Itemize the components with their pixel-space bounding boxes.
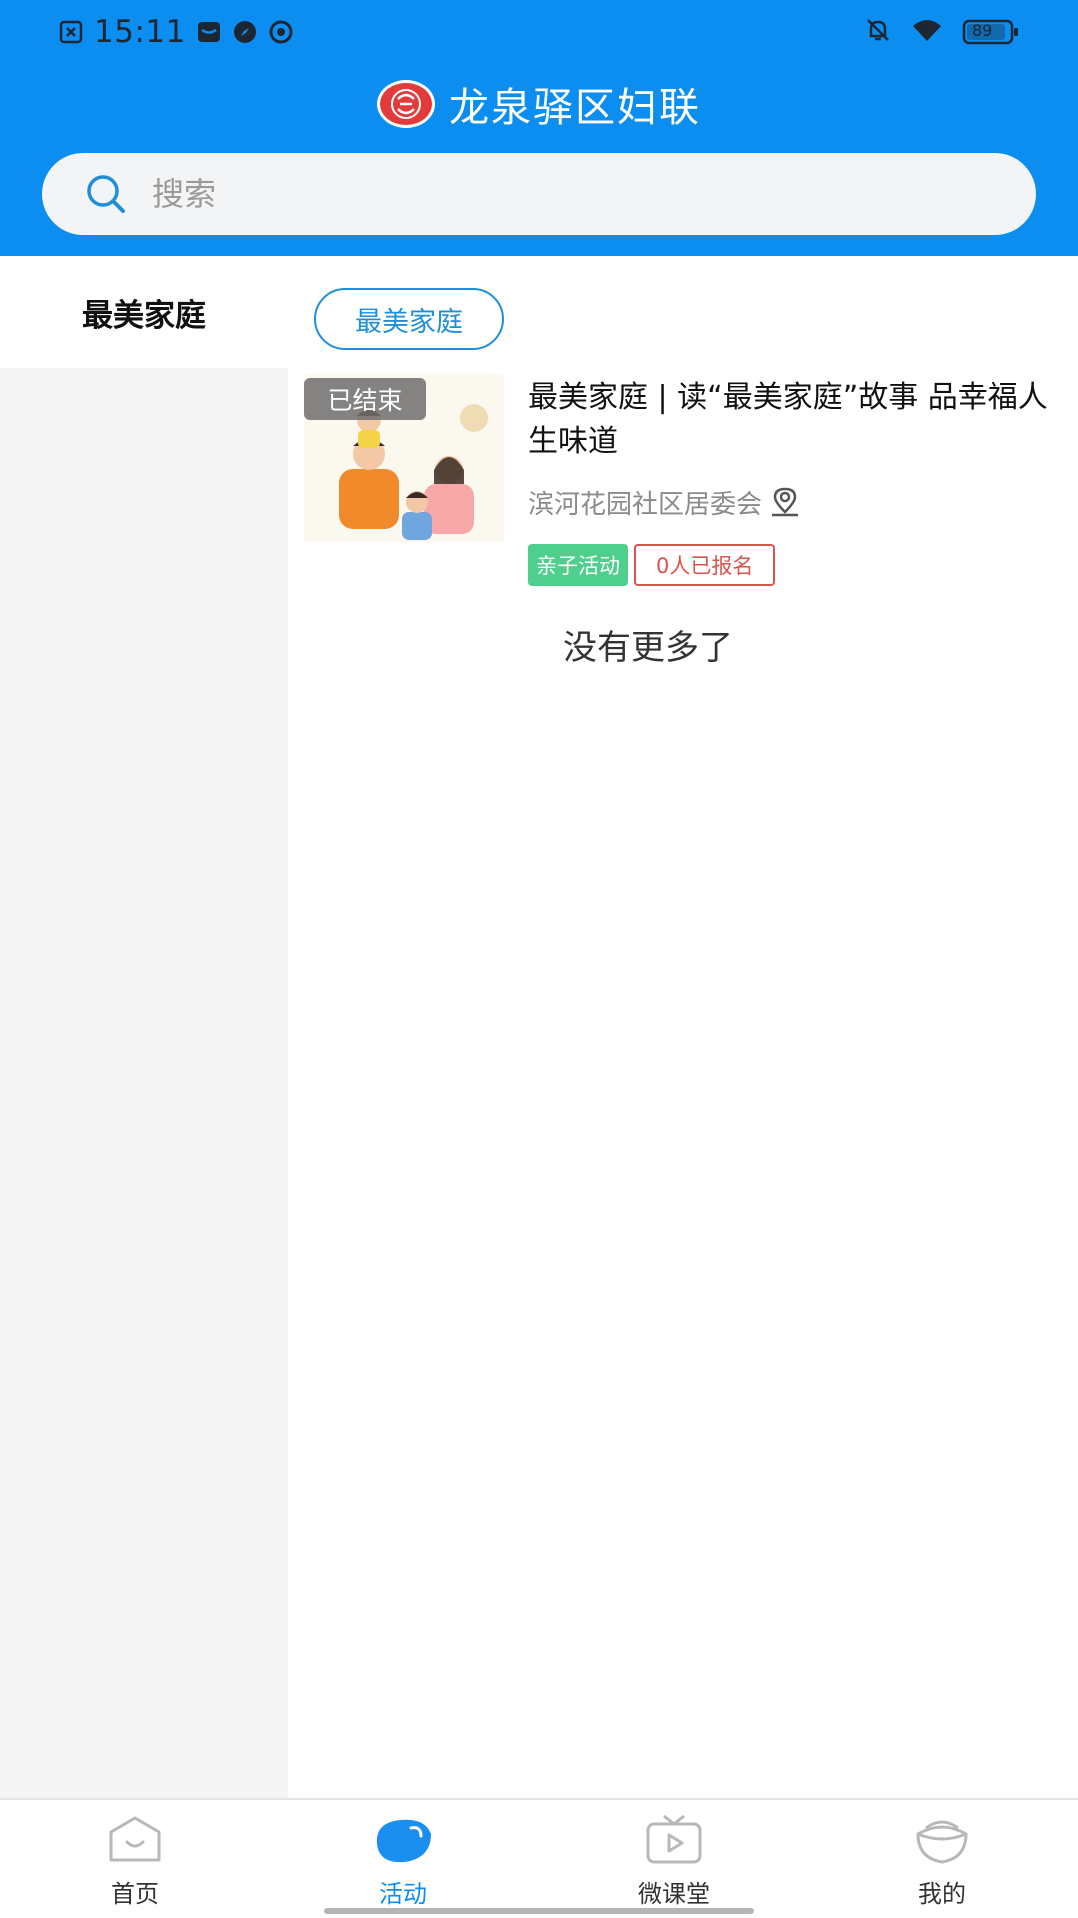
battery-level: 89	[972, 21, 993, 40]
mail-icon	[196, 19, 222, 45]
bell-off-icon	[864, 16, 892, 48]
tab-home-label: 首页	[111, 1880, 159, 1908]
compass-icon	[232, 19, 258, 45]
search-icon	[84, 172, 128, 216]
status-time: 15:11	[94, 14, 186, 50]
tab-micro-class-label: 微课堂	[638, 1880, 710, 1908]
status-bar: 15:11 89	[0, 0, 1078, 64]
activity-organization: 滨河花园社区居委会	[528, 482, 802, 522]
category-sidebar: 最美家庭	[0, 256, 288, 1798]
bottom-tab-bar: 首页 活动 微课堂 我的	[0, 1798, 1078, 1918]
sidebar-item-best-family[interactable]: 最美家庭	[0, 256, 288, 368]
location-pin-icon	[768, 485, 802, 519]
end-of-list-text: 没有更多了	[563, 628, 733, 668]
search-input[interactable]	[152, 175, 972, 213]
profile-icon	[910, 1814, 974, 1866]
activity-list: 最美家庭 ~ ~	[288, 256, 1078, 1798]
activity-card[interactable]: ~ ~ 已结束 最美家庭 | 读“最美家庭”故事 品幸福人生味道	[304, 374, 1064, 604]
tab-profile[interactable]: 我的	[862, 1814, 1022, 1914]
search-bar[interactable]	[42, 153, 1036, 235]
tab-profile-label: 我的	[918, 1880, 966, 1908]
activity-title: 最美家庭 | 读“最美家庭”故事 品幸福人生味道	[528, 380, 1048, 459]
signup-count-tag: 0人已报名	[634, 544, 776, 586]
app-header: 15:11 89 龙泉驿区妇联 搜索	[0, 0, 1078, 256]
home-icon	[103, 1814, 167, 1866]
status-badge: 已结束	[304, 378, 426, 420]
tab-activity-label: 活动	[379, 1880, 427, 1908]
category-tag: 亲子活动	[528, 544, 628, 586]
circle-check-icon	[268, 19, 294, 45]
activity-thumbnail: ~ ~ 已结束	[304, 374, 504, 542]
tab-micro-class[interactable]: 微课堂	[594, 1814, 754, 1914]
women-federation-logo	[377, 80, 435, 128]
activity-icon	[371, 1814, 435, 1866]
tv-play-icon	[642, 1814, 706, 1866]
battery-icon: 89	[962, 18, 1020, 46]
tab-home[interactable]: 首页	[55, 1814, 215, 1914]
close-box-icon	[58, 19, 84, 45]
page-title: 龙泉驿区妇联	[449, 85, 701, 131]
organization-name: 滨河花园社区居委会	[528, 489, 763, 520]
tab-activity[interactable]: 活动	[323, 1814, 483, 1914]
wifi-icon	[910, 17, 944, 47]
filter-chip-best-family[interactable]: 最美家庭	[314, 288, 504, 350]
home-indicator[interactable]	[324, 1908, 754, 1914]
